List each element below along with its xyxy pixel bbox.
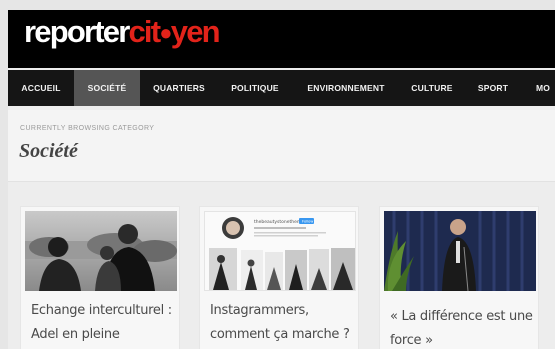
post-image-3[interactable] — [384, 211, 536, 291]
speaker-photo-icon — [384, 211, 536, 291]
logo-part-2b: yen — [170, 14, 221, 49]
post-card-2[interactable]: thebeautystonetheme Follow Instagrammers… — [199, 206, 359, 349]
main-nav: ACCUEIL SOCIÉTÉ QUARTIERS POLITIQUE ENVI… — [8, 70, 555, 106]
logo-part-1: reporter — [24, 14, 130, 49]
post-title-3[interactable]: « La différence est une force » — [390, 305, 536, 349]
post-card-3[interactable]: « La différence est une force » — [379, 206, 539, 349]
site-logo[interactable]: reportercit●yen — [24, 12, 221, 53]
post-card-1[interactable]: Echange interculturel : Adel en pleine — [20, 206, 180, 349]
instagram-profile-icon: thebeautystonetheme Follow — [205, 212, 355, 290]
breadcrumb-label: CURRENTLY BROWSING CATEGORY — [20, 125, 155, 132]
nav-item-societe[interactable]: SOCIÉTÉ — [74, 70, 140, 106]
nav-item-accueil[interactable]: ACCUEIL — [8, 70, 74, 106]
page: reportercit●yen ACCUEIL SOCIÉTÉ QUARTIER… — [8, 10, 555, 349]
post-image-2[interactable]: thebeautystonetheme Follow — [204, 211, 356, 291]
nav-item-quartiers[interactable]: QUARTIERS — [144, 70, 214, 106]
people-photo-icon — [25, 211, 177, 291]
post-title-1[interactable]: Echange interculturel : Adel en pleine — [31, 299, 177, 347]
post-title-2[interactable]: Instagrammers, comment ça marche ? — [210, 299, 356, 347]
category-title: Société — [19, 140, 78, 162]
nav-item-politique[interactable]: POLITIQUE — [222, 70, 288, 106]
category-banner: CURRENTLY BROWSING CATEGORY Société — [8, 110, 555, 182]
site-header: reportercit●yen — [8, 10, 555, 68]
post-image-1[interactable] — [25, 211, 177, 291]
profile-name: thebeautystonetheme — [254, 219, 304, 225]
logo-part-2a: cit — [128, 14, 161, 49]
logo-dot-icon: ● — [159, 20, 172, 45]
nav-item-more[interactable]: MO — [536, 70, 555, 106]
nav-item-culture[interactable]: CULTURE — [402, 70, 462, 106]
nav-item-sport[interactable]: SPORT — [468, 70, 518, 106]
follow-button-label: Follow — [302, 220, 313, 224]
nav-item-environnement[interactable]: ENVIRONNEMENT — [298, 70, 394, 106]
